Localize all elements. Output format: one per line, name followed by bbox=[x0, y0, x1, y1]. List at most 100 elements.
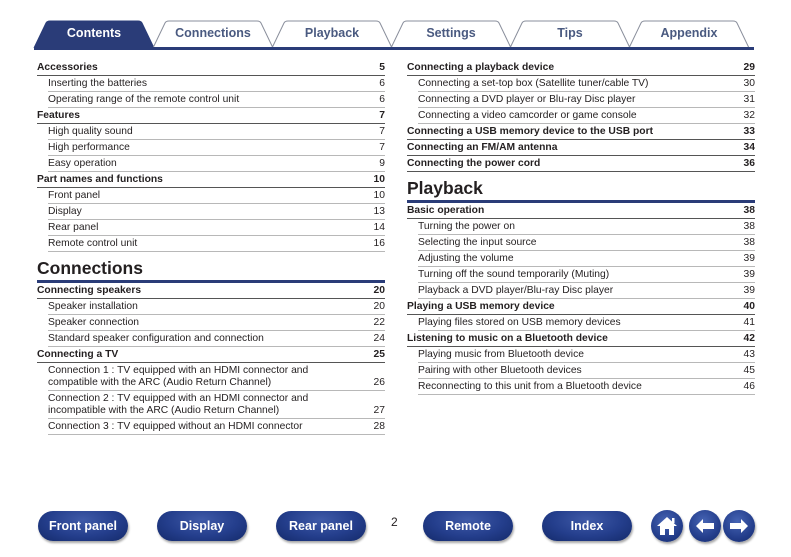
toc-heading[interactable]: Basic operation 38 bbox=[407, 203, 755, 219]
toc-heading[interactable]: Features 7 bbox=[37, 108, 385, 124]
entry-page: 45 bbox=[743, 365, 755, 376]
toc-entry[interactable]: Connection 1 : TV equipped with an HDMI … bbox=[48, 363, 385, 391]
tab-appendix[interactable]: Appendix bbox=[628, 20, 750, 49]
entry-title: Display bbox=[48, 206, 82, 217]
entry-title: Playback a DVD player/Blu-ray Disc playe… bbox=[418, 285, 614, 296]
entry-page: 33 bbox=[743, 126, 755, 137]
toc-entry[interactable]: Rear panel 14 bbox=[48, 220, 385, 236]
toc-heading[interactable]: Connecting an FM/AM antenna 34 bbox=[407, 140, 755, 156]
entry-title: Connecting speakers bbox=[37, 285, 142, 296]
tab-label: Settings bbox=[426, 26, 476, 40]
toc-left-column: Accessories 5 Inserting the batteries 6 Oper… bbox=[37, 60, 385, 435]
toc-heading[interactable]: Connecting a USB memory device to the US… bbox=[407, 124, 755, 140]
entry-title: Features bbox=[37, 110, 80, 121]
entry-page: 6 bbox=[379, 78, 385, 89]
toc-entry[interactable]: Easy operation 9 bbox=[48, 156, 385, 172]
toc-heading[interactable]: Accessories 5 bbox=[37, 60, 385, 76]
toc-entry[interactable]: Reconnecting to this unit from a Bluetoo… bbox=[418, 379, 755, 395]
entry-page: 16 bbox=[373, 238, 385, 249]
toc-heading[interactable]: Listening to music on a Bluetooth device… bbox=[407, 331, 755, 347]
toc-entry[interactable]: Connecting a set-top box (Satellite tune… bbox=[418, 76, 755, 92]
entry-page: 24 bbox=[373, 333, 385, 344]
entry-title: Turning off the sound temporarily (Mutin… bbox=[418, 269, 610, 280]
entry-page: 46 bbox=[743, 381, 755, 392]
toc-entry[interactable]: Connection 3 : TV equipped without an HD… bbox=[48, 419, 385, 435]
toc-entry[interactable]: High quality sound 7 bbox=[48, 124, 385, 140]
toc-entry[interactable]: Remote control unit 16 bbox=[48, 236, 385, 252]
toc-entry[interactable]: Front panel 10 bbox=[48, 188, 385, 204]
entry-title: Pairing with other Bluetooth devices bbox=[418, 365, 582, 376]
toc-entry[interactable]: Turning the power on 38 bbox=[418, 219, 755, 235]
entry-title: High performance bbox=[48, 142, 130, 153]
rear-panel-button[interactable]: Rear panel bbox=[276, 511, 366, 541]
entry-page: 9 bbox=[379, 158, 385, 169]
entry-title: Connecting an FM/AM antenna bbox=[407, 142, 558, 153]
entry-title: Basic operation bbox=[407, 205, 485, 216]
toc-entry[interactable]: Playback a DVD player/Blu-ray Disc playe… bbox=[418, 283, 755, 299]
back-arrow-icon bbox=[696, 519, 714, 533]
entry-title: Standard speaker configuration and conne… bbox=[48, 333, 264, 344]
display-button[interactable]: Display bbox=[157, 511, 247, 541]
tab-settings[interactable]: Settings bbox=[390, 20, 512, 49]
home-button[interactable] bbox=[651, 510, 683, 542]
tab-playback[interactable]: Playback bbox=[271, 20, 393, 49]
entry-page: 30 bbox=[743, 78, 755, 89]
entry-title: Front panel bbox=[48, 190, 101, 201]
toc-entry[interactable]: Adjusting the volume 39 bbox=[418, 251, 755, 267]
toc-entry[interactable]: Speaker connection 22 bbox=[48, 315, 385, 331]
entry-title: Connection 2 : TV equipped with an HDMI … bbox=[48, 393, 309, 416]
tab-tips[interactable]: Tips bbox=[509, 20, 631, 49]
remote-button[interactable]: Remote bbox=[423, 511, 513, 541]
entry-page: 28 bbox=[373, 421, 385, 432]
entry-page: 26 bbox=[373, 377, 385, 388]
toc-entry[interactable]: Speaker installation 20 bbox=[48, 299, 385, 315]
toc-entry[interactable]: Operating range of the remote control un… bbox=[48, 92, 385, 108]
entry-page: 14 bbox=[373, 222, 385, 233]
entry-page: 42 bbox=[743, 333, 755, 344]
toc-right-column: Connecting a playback device 29 Connecting… bbox=[407, 60, 755, 395]
forward-button[interactable] bbox=[723, 510, 755, 542]
toc-entry[interactable]: Selecting the input source 38 bbox=[418, 235, 755, 251]
forward-arrow-icon bbox=[730, 519, 748, 533]
home-icon bbox=[657, 517, 677, 535]
entry-page: 32 bbox=[743, 110, 755, 121]
entry-page: 10 bbox=[373, 174, 385, 185]
entry-title: Selecting the input source bbox=[418, 237, 537, 248]
toc-heading[interactable]: Connecting a playback device 29 bbox=[407, 60, 755, 76]
toc-entry[interactable]: Connection 2 : TV equipped with an HDMI … bbox=[48, 391, 385, 419]
tab-label: Tips bbox=[557, 26, 583, 40]
entry-page: 40 bbox=[743, 301, 755, 312]
toc-entry[interactable]: Inserting the batteries 6 bbox=[48, 76, 385, 92]
toc-entry[interactable]: Turning off the sound temporarily (Mutin… bbox=[418, 267, 755, 283]
toc-heading[interactable]: Connecting a TV 25 bbox=[37, 347, 385, 363]
entry-page: 31 bbox=[743, 94, 755, 105]
back-button[interactable] bbox=[689, 510, 721, 542]
toc-entry[interactable]: Connecting a DVD player or Blu-ray Disc … bbox=[418, 92, 755, 108]
index-button[interactable]: Index bbox=[542, 511, 632, 541]
toc-entry[interactable]: Pairing with other Bluetooth devices 45 bbox=[418, 363, 755, 379]
toc-entry[interactable]: Standard speaker configuration and conne… bbox=[48, 331, 385, 347]
tab-connections[interactable]: Connections bbox=[152, 20, 274, 49]
front-panel-button[interactable]: Front panel bbox=[38, 511, 128, 541]
entry-title: Turning the power on bbox=[418, 221, 515, 232]
entry-page: 41 bbox=[743, 317, 755, 328]
tab-contents[interactable]: Contents bbox=[33, 20, 155, 49]
toc-entry[interactable]: Connecting a video camcorder or game con… bbox=[418, 108, 755, 124]
entry-page: 20 bbox=[373, 285, 385, 296]
toc-heading[interactable]: Connecting speakers 20 bbox=[37, 283, 385, 299]
toc-heading[interactable]: Connecting the power cord 36 bbox=[407, 156, 755, 172]
entry-title: Operating range of the remote control un… bbox=[48, 94, 240, 105]
entry-title: Connecting a set-top box (Satellite tune… bbox=[418, 78, 649, 89]
entry-title: Connecting a USB memory device to the US… bbox=[407, 126, 654, 137]
toc-entry[interactable]: Display 13 bbox=[48, 204, 385, 220]
toc-entry[interactable]: High performance 7 bbox=[48, 140, 385, 156]
toc-heading[interactable]: Part names and functions 10 bbox=[37, 172, 385, 188]
entry-title: Playing a USB memory device bbox=[407, 301, 555, 312]
entry-title: Adjusting the volume bbox=[418, 253, 514, 264]
tab-bar: Contents Connections Playback Settings Tips A… bbox=[33, 20, 754, 49]
tab-underline bbox=[34, 47, 754, 50]
toc-entry[interactable]: Playing files stored on USB memory devic… bbox=[418, 315, 755, 331]
toc-heading[interactable]: Playing a USB memory device 40 bbox=[407, 299, 755, 315]
page-number: 2 bbox=[391, 515, 398, 529]
toc-entry[interactable]: Playing music from Bluetooth device 43 bbox=[418, 347, 755, 363]
